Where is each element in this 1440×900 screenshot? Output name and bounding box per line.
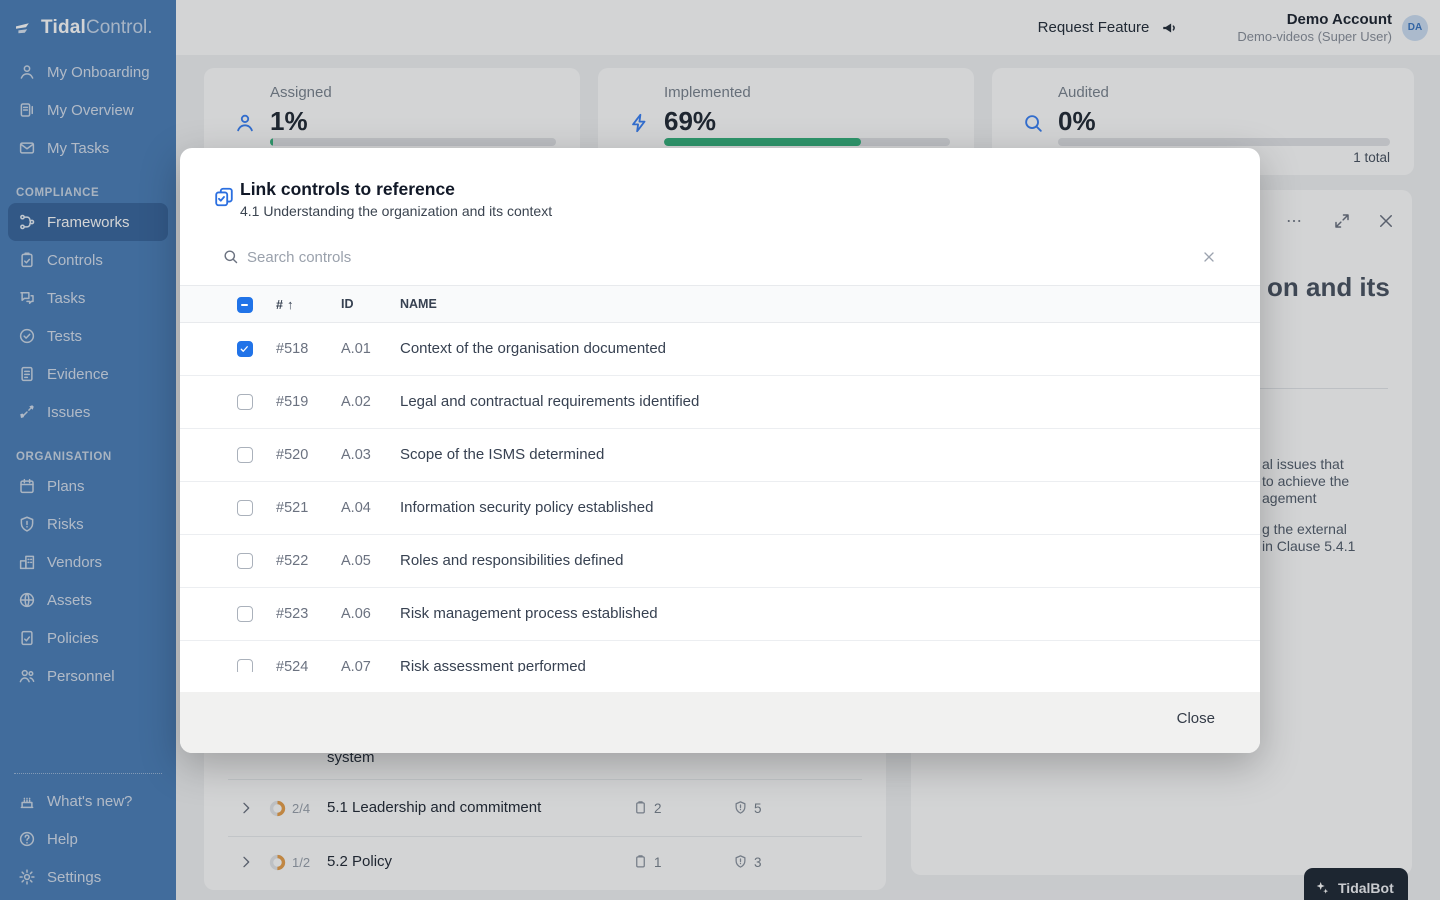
control-name: Risk management process established: [400, 605, 658, 622]
row-checkbox[interactable]: [237, 394, 253, 410]
row-checkbox-checked[interactable]: [237, 341, 253, 357]
search-icon: [222, 248, 239, 265]
control-number: #519: [276, 394, 308, 410]
control-number: #518: [276, 341, 308, 357]
control-name: Legal and contractual requirements ident…: [400, 393, 699, 410]
app-screen: TidalControl. My OnboardingMy OverviewMy…: [0, 0, 1440, 900]
controls-table-body: #518 A.01 Context of the organisation docu…: [180, 323, 1260, 672]
control-id: A.04: [341, 500, 371, 516]
control-row[interactable]: #523 A.06 Risk management process establis…: [180, 588, 1260, 641]
control-id: A.01: [341, 341, 371, 357]
control-row[interactable]: #518 A.01 Context of the organisation docu…: [180, 323, 1260, 376]
control-name: Context of the organisation documented: [400, 340, 666, 357]
controls-table-header: #↑ ID NAME: [180, 285, 1260, 323]
control-id: A.02: [341, 394, 371, 410]
control-number: #524: [276, 659, 308, 672]
modal-title: Link controls to reference: [240, 179, 455, 200]
column-header-num[interactable]: #↑: [276, 297, 293, 312]
control-id: A.06: [341, 606, 371, 622]
control-row[interactable]: #519 A.02 Legal and contractual requiremen…: [180, 376, 1260, 429]
control-id: A.07: [341, 659, 371, 672]
control-name: Information security policy established: [400, 499, 653, 516]
control-number: #521: [276, 500, 308, 516]
sort-ascending-icon: ↑: [287, 297, 294, 312]
copy-check-icon: [213, 186, 235, 208]
row-checkbox[interactable]: [237, 553, 253, 569]
search-clear-icon[interactable]: [1201, 249, 1217, 265]
column-header-name: NAME: [400, 297, 437, 311]
column-header-id: ID: [341, 297, 354, 311]
control-number: #522: [276, 553, 308, 569]
indeterminate-mark: [241, 304, 248, 306]
modal-subtitle: 4.1 Understanding the organization and i…: [240, 203, 552, 219]
select-all-checkbox[interactable]: [237, 297, 253, 313]
control-id: A.05: [341, 553, 371, 569]
search-controls-input[interactable]: [247, 244, 847, 270]
control-name: Scope of the ISMS determined: [400, 446, 604, 463]
control-row[interactable]: #520 A.03 Scope of the ISMS determined: [180, 429, 1260, 482]
control-number: #523: [276, 606, 308, 622]
control-number: #520: [276, 447, 308, 463]
link-controls-modal: Link controls to reference 4.1 Understan…: [180, 148, 1260, 753]
control-row[interactable]: #522 A.05 Roles and responsibilities defin…: [180, 535, 1260, 588]
row-checkbox[interactable]: [237, 606, 253, 622]
row-checkbox[interactable]: [237, 500, 253, 516]
control-row[interactable]: #521 A.04 Information security policy esta…: [180, 482, 1260, 535]
check-icon: [239, 343, 251, 355]
control-row[interactable]: #524 A.07 Risk assessment performed: [180, 641, 1260, 672]
modal-footer: Close: [180, 692, 1260, 753]
row-checkbox[interactable]: [237, 447, 253, 463]
close-button[interactable]: Close: [1177, 710, 1215, 727]
control-name: Risk assessment performed: [400, 658, 586, 672]
row-checkbox[interactable]: [237, 659, 253, 672]
control-name: Roles and responsibilities defined: [400, 552, 623, 569]
control-id: A.03: [341, 447, 371, 463]
